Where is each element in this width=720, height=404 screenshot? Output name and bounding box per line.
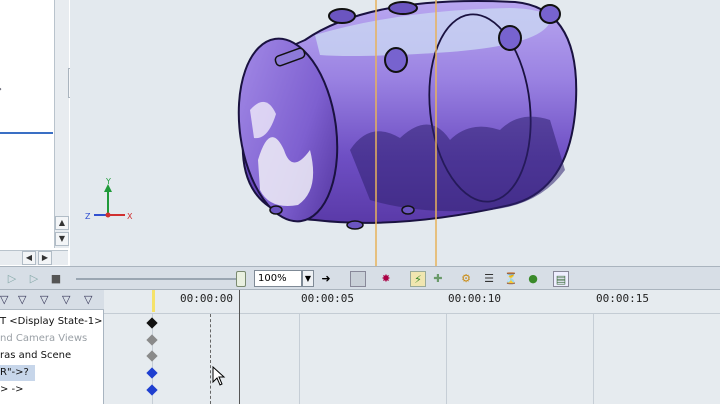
z-axis-label: Z: [85, 212, 91, 221]
properties-icon[interactable]: ▤: [553, 271, 569, 287]
save-icon[interactable]: [350, 271, 366, 287]
horizontal-scrollbar[interactable]: ◀ ▶: [0, 250, 68, 265]
axis-triad: [94, 184, 125, 218]
tree-row-component[interactable]: > ->: [0, 382, 24, 398]
keyframe-black[interactable]: [146, 317, 158, 329]
filter-icon[interactable]: ▽: [40, 293, 48, 306]
motion-feature-tree: ▽ ▽ ▽ ▽ ▽ T <Display State-1> nd Camera …: [0, 290, 104, 404]
filter-icon[interactable]: ▽: [18, 293, 26, 306]
x-axis-label: X: [127, 212, 133, 221]
scroll-left-arrow-icon[interactable]: ◀: [22, 251, 36, 265]
panel-divider: [0, 132, 53, 134]
scroll-down-arrow-icon[interactable]: ▼: [55, 232, 69, 246]
playback-slider-thumb[interactable]: [236, 271, 246, 287]
tree-row-camera-views[interactable]: nd Camera Views: [0, 331, 87, 347]
graphics-viewport[interactable]: Y X Z: [70, 0, 720, 266]
play-icon[interactable]: ▷: [26, 271, 42, 287]
time-label-5: 00:00:05: [301, 292, 354, 305]
keyframe-blue[interactable]: [146, 384, 158, 396]
play-icon[interactable]: ▷: [4, 271, 20, 287]
add-key-icon[interactable]: ✚: [430, 271, 446, 287]
vertical-scrollbar[interactable]: ▲ ▼: [54, 0, 69, 248]
zoom-combo[interactable]: 100%: [254, 270, 302, 287]
apple-icon[interactable]: ●: [525, 271, 541, 287]
motion-toolbar: ▷ ▷ ■ 100% ▼ ➜ ✸ ⚡ ✚ ⚙ ☰ ⏳ ● ▤: [0, 266, 720, 290]
keyframe-gray[interactable]: [146, 350, 158, 362]
key-icon[interactable]: ⚡: [410, 271, 426, 287]
gear-icon[interactable]: ⚙: [458, 271, 474, 287]
scroll-right-arrow-icon[interactable]: ▶: [38, 251, 52, 265]
timeline-area[interactable]: 00:00:00 00:00:05 00:00:10 00:00:15: [104, 290, 720, 404]
time-ruler[interactable]: 00:00:00 00:00:05 00:00:10 00:00:15: [104, 290, 720, 314]
time-label-0: 00:00:00: [180, 292, 233, 305]
tank-model: Y X Z: [85, 0, 578, 266]
filter-icon[interactable]: ▽: [84, 293, 92, 306]
playback-slider-track[interactable]: [76, 278, 246, 280]
tree-row-selected[interactable]: R"->?: [0, 365, 35, 381]
tree-filter-toolbar: ▽ ▽ ▽ ▽ ▽: [0, 290, 104, 310]
tree-row-display-state[interactable]: T <Display State-1>: [0, 314, 103, 330]
timebar[interactable]: [239, 290, 240, 404]
forward-icon[interactable]: ➜: [318, 271, 334, 287]
y-axis-label: Y: [105, 177, 111, 186]
mouse-cursor-icon: [212, 366, 226, 386]
time-label-10: 00:00:10: [448, 292, 501, 305]
chevron-left-icon[interactable]: ›: [0, 84, 2, 95]
keyframe-blue[interactable]: [146, 367, 158, 379]
timer-icon[interactable]: ⏳: [503, 271, 519, 287]
keyframe-gray[interactable]: [146, 334, 158, 346]
filter-icon[interactable]: ▽: [0, 293, 8, 306]
chevron-down-icon[interactable]: ▼: [302, 270, 314, 287]
scroll-up-arrow-icon[interactable]: ▲: [55, 216, 69, 230]
filter-icon[interactable]: ▽: [62, 293, 70, 306]
dashed-guide: [210, 314, 211, 404]
time-label-15: 00:00:15: [596, 292, 649, 305]
list-icon[interactable]: ☰: [481, 271, 497, 287]
scene-icon[interactable]: ✸: [378, 271, 394, 287]
time-marker[interactable]: [152, 290, 155, 312]
feature-tree-panel: › ▲ ▼ ◀ ▶: [0, 0, 71, 266]
tree-row-cameras-scene[interactable]: ras and Scene: [0, 348, 71, 364]
stop-icon[interactable]: ■: [48, 271, 64, 287]
